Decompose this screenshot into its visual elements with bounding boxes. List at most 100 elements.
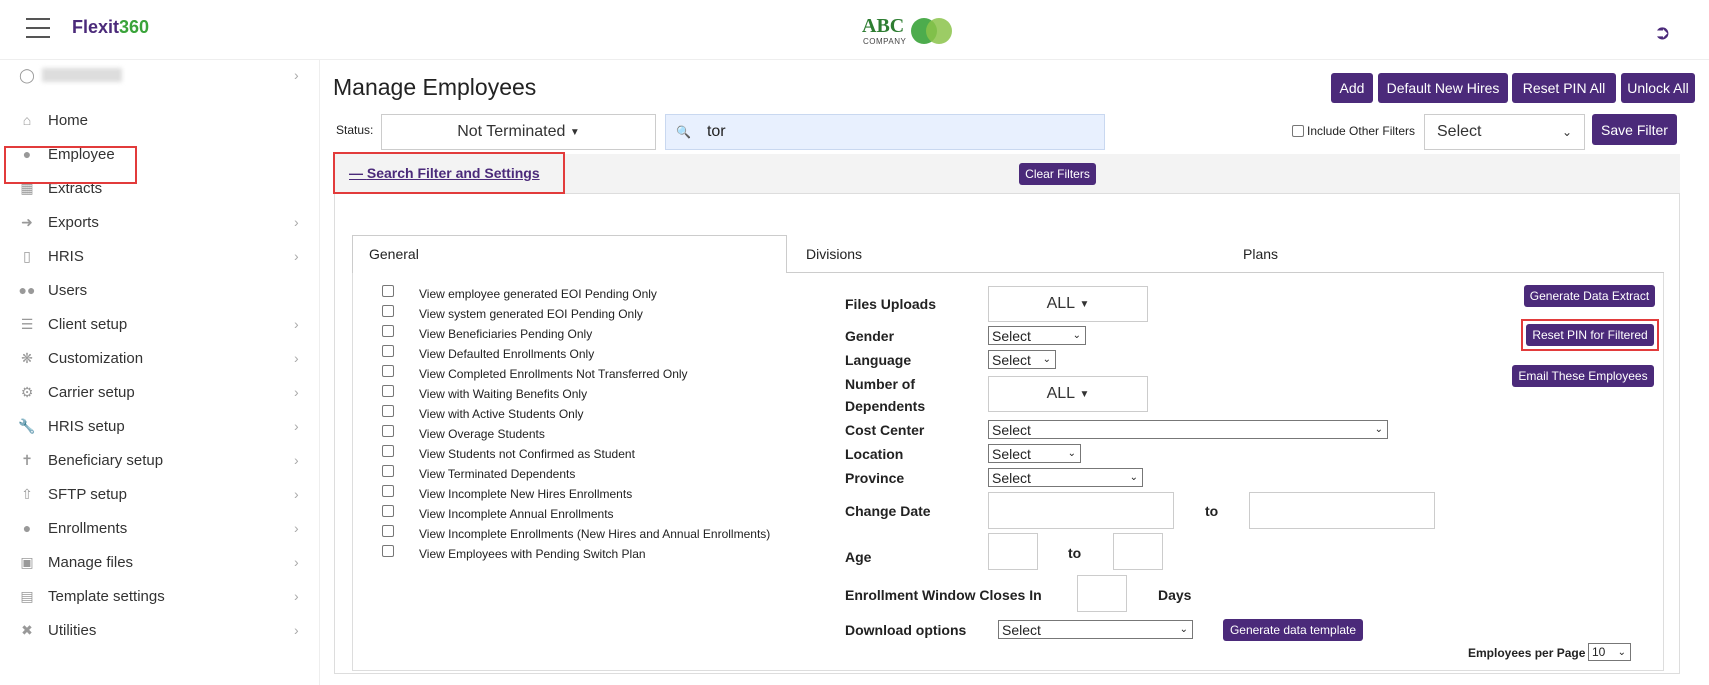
logout-icon[interactable]: ➲ [1654, 20, 1671, 45]
sidebar-item-label: Users [48, 281, 88, 299]
change-date-to-input[interactable] [1249, 492, 1435, 529]
checkbox-option[interactable] [382, 425, 394, 437]
generate-data-template-button[interactable]: Generate data template [1223, 619, 1363, 641]
group-icon: ● [22, 520, 32, 536]
age-from-input[interactable] [988, 533, 1038, 570]
download-options-select[interactable]: Select ⌄ [998, 620, 1193, 639]
checkbox-option[interactable] [382, 465, 394, 477]
checkbox-option-label: View Employees with Pending Switch Plan [419, 547, 646, 561]
cost-center-select-value: Select [992, 421, 1031, 438]
sidebar-item-template-settings[interactable]: ▤ Template settings › [0, 581, 320, 611]
location-label: Location [845, 446, 904, 462]
employees-per-page-select[interactable]: 10 ⌄ [1588, 643, 1631, 661]
sidebar-item-client-setup[interactable]: ☰ Client setup › [0, 309, 320, 339]
caret-down-icon: ▼ [1079, 388, 1090, 400]
checkbox-option[interactable] [382, 405, 394, 417]
change-date-to-label: to [1205, 503, 1219, 519]
sidebar-user[interactable]: ◯ › [0, 60, 320, 90]
highlight-box-employee [4, 146, 137, 184]
tab-plans[interactable]: Plans [1243, 246, 1278, 262]
upload-icon: ⇧ [21, 485, 33, 502]
checkbox-option[interactable] [382, 345, 394, 357]
change-date-from-input[interactable] [988, 492, 1174, 529]
chevron-right-icon: › [294, 554, 299, 570]
sidebar-item-label: HRIS [48, 247, 84, 265]
province-select-value: Select [992, 469, 1031, 486]
num-dependents-value: ALL [1046, 385, 1076, 402]
highlight-box-filter-title [333, 152, 565, 194]
sidebar-item-label: SFTP setup [48, 485, 127, 503]
checkbox-option-label: View employee generated EOI Pending Only [419, 287, 657, 301]
tab-divisions[interactable]: Divisions [806, 246, 862, 262]
user-icon: ◯ [19, 66, 35, 83]
sidebar-item-utilities[interactable]: ✖ Utilities › [0, 615, 320, 645]
province-select[interactable]: Select ⌄ [988, 468, 1143, 487]
saved-filter-select[interactable]: Select ⌄ [1424, 114, 1585, 150]
download-options-value: Select [1002, 621, 1041, 638]
gender-select[interactable]: Select ⌄ [988, 326, 1086, 345]
search-icon: 🔍 [676, 125, 691, 139]
chevron-down-icon: ⌄ [1561, 125, 1572, 139]
chevron-down-icon: ⌄ [1067, 448, 1076, 459]
employees-per-page-value: 10 [1592, 645, 1606, 659]
top-bar: Flexit360 ABC COMPANY ➲ [0, 0, 1709, 60]
status-dropdown[interactable]: Not Terminated ▼ [381, 114, 656, 150]
checkbox-option[interactable] [382, 505, 394, 517]
include-other-filters-checkbox[interactable] [1292, 125, 1304, 137]
sidebar-item-label: HRIS setup [48, 417, 125, 435]
files-uploads-dropdown[interactable]: ALL ▼ [988, 286, 1148, 322]
gear-icon: ⚙ [20, 383, 34, 400]
language-select[interactable]: Select ⌄ [988, 350, 1056, 369]
search-input[interactable]: 🔍 tor [665, 114, 1105, 150]
sidebar-item-customization[interactable]: ❋ Customization › [0, 343, 320, 373]
chevron-down-icon: ⌄ [1179, 624, 1188, 635]
unlock-all-button[interactable]: Unlock All [1621, 73, 1695, 103]
checkbox-option[interactable] [382, 325, 394, 337]
num-dependents-dropdown[interactable]: ALL ▼ [988, 376, 1148, 412]
caret-down-icon: ▼ [569, 126, 580, 138]
checkbox-option[interactable] [382, 365, 394, 377]
clear-filters-button[interactable]: Clear Filters [1019, 163, 1096, 185]
include-other-filters-label: Include Other Filters [1307, 124, 1416, 138]
checkbox-option[interactable] [382, 445, 394, 457]
file-icon: ▯ [23, 247, 31, 264]
sidebar-item-exports[interactable]: ➜ Exports › [0, 207, 320, 237]
checkbox-option[interactable] [382, 305, 394, 317]
sidebar-item-carrier-setup[interactable]: ⚙ Carrier setup › [0, 377, 320, 407]
default-new-hires-button[interactable]: Default New Hires [1378, 73, 1508, 103]
generate-data-extract-button[interactable]: Generate Data Extract [1524, 285, 1655, 307]
chevron-down-icon: ⌄ [1129, 472, 1138, 483]
save-filter-button[interactable]: Save Filter [1592, 114, 1677, 145]
sidebar-item-sftp-setup[interactable]: ⇧ SFTP setup › [0, 479, 320, 509]
hamburger-menu-icon[interactable] [26, 18, 50, 38]
checkbox-option[interactable] [382, 385, 394, 397]
sidebar-item-hris-setup[interactable]: 🔧 HRIS setup › [0, 411, 320, 441]
email-these-employees-button[interactable]: Email These Employees [1512, 365, 1654, 387]
checkbox-option-label: View system generated EOI Pending Only [419, 307, 643, 321]
change-date-label: Change Date [845, 503, 931, 519]
checkbox-option[interactable] [382, 545, 394, 557]
chevron-right-icon: › [294, 384, 299, 400]
sidebar-item-hris[interactable]: ▯ HRIS › [0, 241, 320, 271]
tools-icon: ✖ [21, 621, 33, 638]
checkbox-option[interactable] [382, 285, 394, 297]
sidebar-item-enrollments[interactable]: ● Enrollments › [0, 513, 320, 543]
chevron-down-icon: ⌄ [1072, 330, 1081, 341]
user-name-blurred [42, 68, 122, 82]
sidebar-item-users[interactable]: ●● Users [0, 275, 320, 305]
age-to-input[interactable] [1113, 533, 1163, 570]
checkbox-option[interactable] [382, 525, 394, 537]
sidebar-item-beneficiary-setup[interactable]: ✝ Beneficiary setup › [0, 445, 320, 475]
company-logo: ABC COMPANY [862, 15, 954, 49]
cost-center-select[interactable]: Select ⌄ [988, 420, 1388, 439]
location-select[interactable]: Select ⌄ [988, 444, 1081, 463]
enrollment-window-input[interactable] [1077, 575, 1127, 612]
sidebar-item-home[interactable]: ⌂ Home [0, 105, 320, 135]
checkbox-option-label: View Completed Enrollments Not Transferr… [419, 367, 688, 381]
reset-pin-all-button[interactable]: Reset PIN All [1512, 73, 1616, 103]
search-input-value: tor [706, 123, 726, 140]
sidebar-item-manage-files[interactable]: ▣ Manage files › [0, 547, 320, 577]
brand-logo[interactable]: Flexit360 [72, 17, 149, 38]
add-button[interactable]: Add [1331, 73, 1373, 103]
checkbox-option[interactable] [382, 485, 394, 497]
